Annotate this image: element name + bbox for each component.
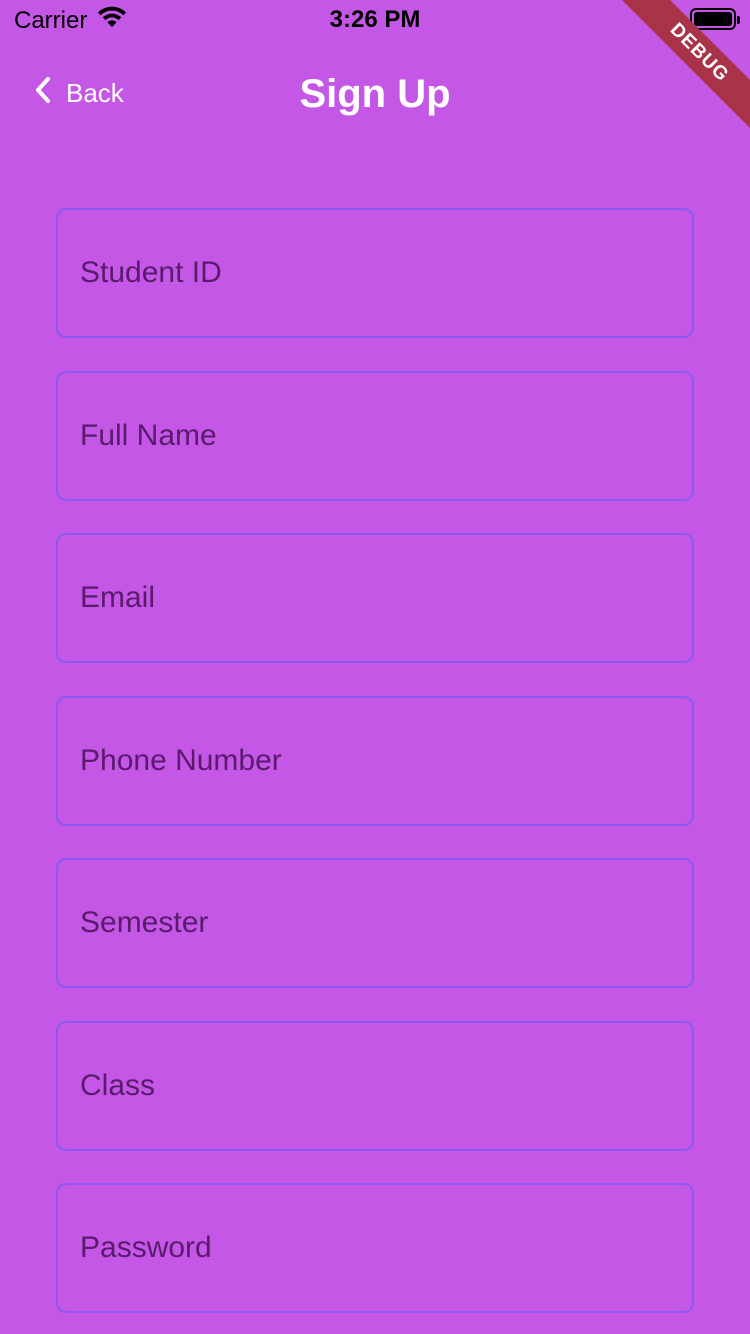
navigation-bar: Back Sign Up bbox=[0, 56, 750, 136]
chevron-left-icon bbox=[34, 76, 52, 111]
email-field[interactable] bbox=[56, 533, 694, 663]
class-field[interactable] bbox=[56, 1020, 694, 1151]
semester-field[interactable] bbox=[56, 858, 694, 988]
student-id-field[interactable] bbox=[56, 208, 694, 338]
battery-level bbox=[694, 12, 732, 26]
sign-up-form bbox=[56, 208, 694, 1334]
phone-number-field[interactable] bbox=[56, 695, 694, 826]
password-field[interactable] bbox=[56, 1183, 694, 1313]
back-button[interactable]: Back bbox=[34, 76, 124, 111]
sign-up-screen: Carrier 3:26 PM DEBUG Back Sign Up bbox=[0, 0, 750, 1334]
full-name-field[interactable] bbox=[56, 370, 694, 501]
back-label: Back bbox=[66, 78, 124, 108]
